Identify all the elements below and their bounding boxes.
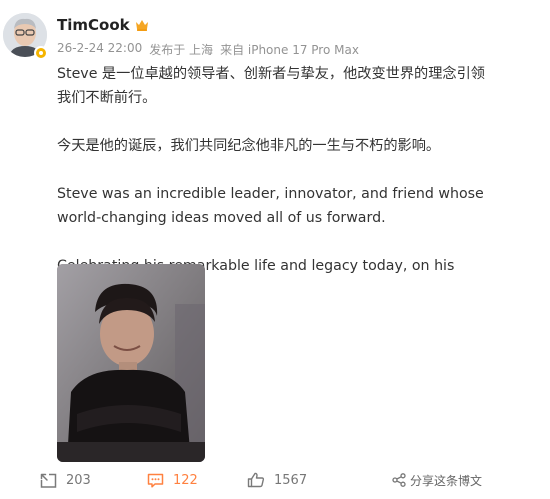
post-actions: 203 122 1567 分享这条博文 [0, 468, 550, 492]
repost-count: 203 [66, 472, 91, 488]
post-device: 来自 iPhone 17 Pro Max [220, 43, 359, 57]
post-image[interactable] [57, 264, 205, 462]
author-name[interactable]: TimCook [57, 16, 130, 34]
comment-count: 122 [173, 472, 198, 488]
post-meta: 26-2-24 22:00 发布于 上海 来自 iPhone 17 Pro Ma… [57, 41, 359, 58]
like-count: 1567 [274, 472, 308, 488]
verified-badge-icon [34, 46, 48, 60]
like-button[interactable]: 1567 [247, 468, 307, 492]
repost-button[interactable]: 203 [40, 468, 91, 492]
share-icon [392, 473, 406, 487]
post-location: 发布于 上海 [149, 43, 214, 57]
post-timestamp[interactable]: 26-2-24 22:00 [57, 41, 142, 58]
repost-icon [40, 473, 57, 488]
post-paragraph: Steve was an incredible leader, innovato… [57, 186, 484, 226]
share-button[interactable]: 分享这条博文 [392, 468, 482, 492]
comment-button[interactable]: 122 [147, 468, 198, 492]
crown-icon[interactable] [135, 19, 149, 31]
comment-icon [147, 473, 164, 488]
like-icon [247, 472, 265, 488]
share-label: 分享这条博文 [410, 473, 483, 488]
post-paragraph: 今天是他的诞辰，我们共同纪念他非凡的一生与不朽的影响。 [57, 138, 441, 154]
author-row: TimCook [57, 16, 149, 34]
post-paragraph: Steve 是一位卓越的领导者、创新者与挚友，他改变世界的理念引领我们不断前行。 [57, 66, 485, 106]
